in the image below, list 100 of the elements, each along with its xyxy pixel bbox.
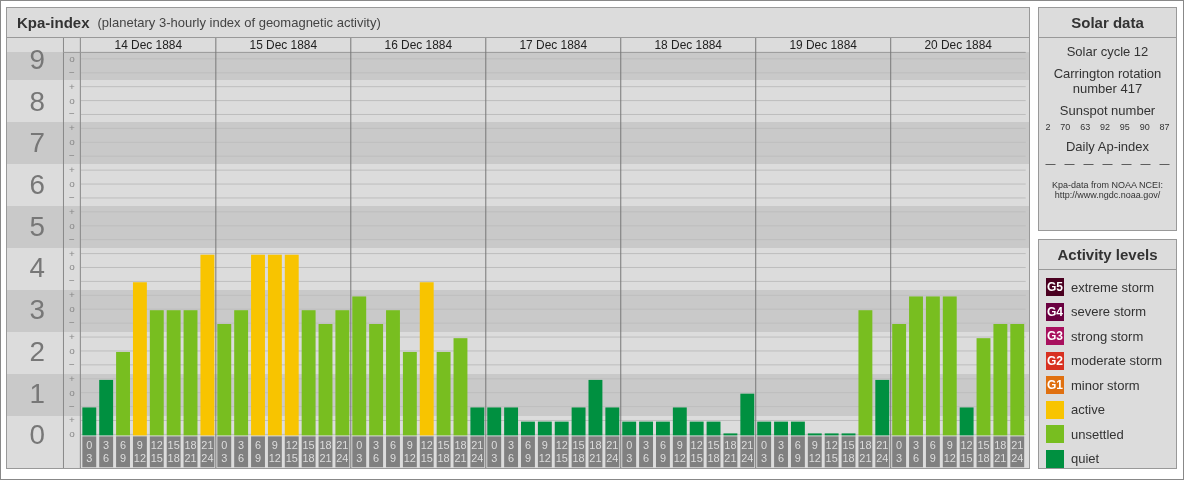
level-name: minor storm <box>1071 377 1140 393</box>
time-slot-label: 15 18 <box>571 436 586 467</box>
time-slot-label: 6 9 <box>925 436 940 467</box>
panel-subtitle: (planetary 3-hourly index of geomagnetic activity) <box>97 14 381 30</box>
level-mark: + <box>69 330 75 342</box>
level-name: unsettled <box>1071 426 1124 442</box>
level-name: active <box>1071 402 1105 418</box>
ap-value: — <box>1159 158 1170 169</box>
x-tick-label: 3 6 <box>508 439 515 465</box>
time-slot-label: 15 18 <box>436 436 451 467</box>
x-tick-label: 0 3 <box>626 439 633 465</box>
time-slot-label: 21 24 <box>1010 436 1025 467</box>
x-tick-label: 6 9 <box>659 439 666 465</box>
time-slot-label: 6 9 <box>790 436 805 467</box>
time-slot-label: 6 9 <box>251 436 265 467</box>
level-mark: + <box>69 247 75 259</box>
time-slot-label: 18 21 <box>858 436 873 467</box>
ap-value: — <box>1045 158 1056 169</box>
source-note: Kpa-data from NOAA NCEI: <box>1051 180 1163 190</box>
sunspot-value: 87 <box>1159 122 1170 132</box>
time-slot-label: 18 21 <box>723 436 738 467</box>
time-slot-label: 6 9 <box>656 436 670 467</box>
day-label: 16 Dec 1884 <box>384 37 453 52</box>
panel-title: Activity levels <box>1039 240 1176 270</box>
x-tick-label: 3 6 <box>643 439 650 465</box>
level-swatch: G4 <box>1046 302 1064 321</box>
level-name: quiet <box>1071 451 1100 467</box>
ap-value: — <box>1064 158 1075 169</box>
level-label: 4 <box>29 252 45 284</box>
x-tick-label: 3 6 <box>778 439 785 465</box>
level-swatch: G1 <box>1046 376 1064 395</box>
ap-value: — <box>1140 158 1151 169</box>
time-slot-label: 9 12 <box>267 436 282 467</box>
time-slot-label: 21 24 <box>740 436 755 467</box>
level-mark: − <box>69 275 75 287</box>
time-slot-label: 12 15 <box>149 436 164 467</box>
sunspot-value: 2 <box>1045 122 1051 132</box>
time-slot-label: 3 6 <box>504 436 519 467</box>
time-slot-label: 15 18 <box>841 436 856 467</box>
time-slot-label: 3 6 <box>774 436 788 467</box>
sunspot-value: 70 <box>1060 122 1071 132</box>
level-mark: − <box>69 400 75 412</box>
level-mark: o <box>69 94 75 106</box>
level-name: extreme storm <box>1071 279 1155 295</box>
time-slot-label: 18 21 <box>588 436 603 467</box>
time-slot-label: 0 3 <box>892 436 907 467</box>
time-slot-label: 21 24 <box>605 436 620 467</box>
time-slot-label: 0 3 <box>217 436 232 467</box>
level-name: strong storm <box>1071 328 1144 344</box>
level-swatch: G5 <box>1046 278 1064 297</box>
level-mark: − <box>69 191 75 203</box>
ap-value: — <box>1121 158 1132 169</box>
time-slot-label: 0 3 <box>82 436 97 467</box>
time-slot-label: 3 6 <box>99 436 114 467</box>
level-label: 2 <box>29 335 45 367</box>
x-tick-label: 0 3 <box>221 439 228 465</box>
x-tick-label: 3 6 <box>103 439 110 465</box>
day-label: 20 Dec 1884 <box>924 37 992 52</box>
x-tick-label: 3 6 <box>238 439 245 465</box>
time-slot-label: 6 9 <box>521 436 535 467</box>
time-slot-label: 21 24 <box>470 436 485 467</box>
level-mark: − <box>69 66 75 78</box>
level-mark: + <box>69 289 75 301</box>
level-swatch: G3 <box>1046 327 1064 346</box>
time-slot-label: 0 3 <box>757 436 772 467</box>
level-mark: + <box>69 414 75 426</box>
time-slot-label: 0 3 <box>487 436 502 467</box>
day-label: 18 Dec 1884 <box>654 37 722 52</box>
level-label: 8 <box>29 85 45 117</box>
time-slot-label: 3 6 <box>909 436 923 467</box>
time-slot-label: 9 12 <box>942 436 957 467</box>
level-name: severe storm <box>1071 304 1147 320</box>
panel-title: Kpa-index <box>17 13 90 31</box>
x-tick-label: 0 3 <box>356 439 363 465</box>
x-tick-label: 0 3 <box>491 439 498 465</box>
time-slot-label: 21 24 <box>335 436 350 467</box>
level-label: 9 <box>29 43 45 75</box>
level-mark: − <box>69 358 75 370</box>
level-mark: + <box>69 80 75 92</box>
time-slot-label: 18 21 <box>318 436 333 467</box>
time-slot-label: 3 6 <box>369 436 384 467</box>
x-tick-label: 3 6 <box>373 439 380 465</box>
day-label: 17 Dec 1884 <box>519 37 588 52</box>
day-label: 15 Dec 1884 <box>249 37 318 52</box>
time-slot-label: 18 21 <box>993 436 1008 467</box>
time-slot-label: 15 18 <box>166 436 181 467</box>
time-slot-label: 12 15 <box>824 436 839 467</box>
time-slot-label: 21 24 <box>875 436 890 467</box>
time-slot-label: 3 6 <box>234 436 249 467</box>
level-name: moderate storm <box>1071 353 1163 369</box>
level-mark: − <box>69 150 75 161</box>
time-slot-label: 18 21 <box>453 436 468 467</box>
ap-index-label: Daily Ap-index <box>1064 139 1151 154</box>
time-slot-label: 15 18 <box>706 436 721 467</box>
level-mark: o <box>69 261 75 273</box>
level-swatch: G2 <box>1046 351 1064 370</box>
time-slot-label: 12 15 <box>419 436 434 467</box>
sunspot-label: Sunspot number <box>1058 103 1157 118</box>
sunspot-value: 90 <box>1139 122 1150 132</box>
x-tick-label: 6 9 <box>929 439 936 465</box>
